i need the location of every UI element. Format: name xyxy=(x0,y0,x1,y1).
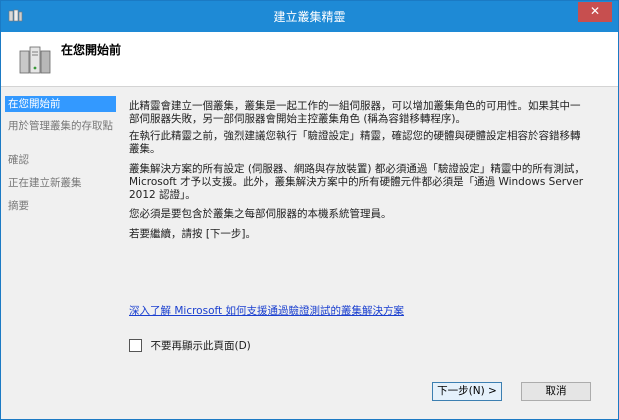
dont-show-again-row[interactable]: 不要再顯示此頁面(D) xyxy=(129,338,251,353)
intro-paragraph: 此精靈會建立一個叢集，叢集是一起工作的一組伺服器，可以增加叢集角色的可用性。如果… xyxy=(129,100,581,125)
title-bar[interactable]: 建立叢集精靈 ✕ xyxy=(1,1,618,32)
close-button[interactable]: ✕ xyxy=(578,2,612,22)
learn-more-link[interactable]: 深入了解 Microsoft 如何支援通過驗證測試的叢集解決方案 xyxy=(129,303,404,318)
cancel-button[interactable]: 取消 xyxy=(521,382,591,401)
wizard-footer: 下一步(N) > 取消 xyxy=(1,379,618,419)
dont-show-again-label[interactable]: 不要再顯示此頁面(D) xyxy=(151,338,251,353)
nav-step-access-point[interactable]: 用於管理叢集的存取點 xyxy=(5,119,116,133)
cluster-servers-icon xyxy=(19,46,51,74)
support-requirements-paragraph: 叢集解決方案的所有設定 (伺服器、網路與存放裝置) 都必須通過「驗證設定」精靈中… xyxy=(129,163,585,201)
wizard-window: 建立叢集精靈 ✕ 在您開始前 在您開始前 用於管理叢集的存取點 確認 正在建立新… xyxy=(0,0,619,420)
nav-step-before-you-begin[interactable]: 在您開始前 xyxy=(5,96,116,112)
close-icon: ✕ xyxy=(589,4,601,18)
nav-step-confirmation[interactable]: 確認 xyxy=(5,153,116,167)
wizard-steps-nav: 在您開始前 用於管理叢集的存取點 確認 正在建立新叢集 摘要 xyxy=(1,87,117,379)
next-button[interactable]: 下一步(N) > xyxy=(432,382,502,401)
validate-recommendation-paragraph: 在執行此精靈之前，強烈建議您執行「驗證設定」精靈，確認您的硬體與硬體設定相容於容… xyxy=(129,130,581,155)
dont-show-again-checkbox[interactable] xyxy=(129,339,142,352)
window-title: 建立叢集精靈 xyxy=(273,10,346,24)
nav-step-creating-cluster[interactable]: 正在建立新叢集 xyxy=(5,176,116,190)
wizard-content: 此精靈會建立一個叢集，叢集是一起工作的一組伺服器，可以增加叢集角色的可用性。如果… xyxy=(118,87,613,379)
continue-instruction-paragraph: 若要繼續，請按 [下一步]。 xyxy=(129,228,257,240)
admin-requirement-paragraph: 您必須是要包含於叢集之每部伺服器的本機系統管理員。 xyxy=(129,208,392,220)
nav-step-summary[interactable]: 摘要 xyxy=(5,199,116,213)
page-title: 在您開始前 xyxy=(61,43,122,57)
wizard-header: 在您開始前 xyxy=(1,32,618,87)
